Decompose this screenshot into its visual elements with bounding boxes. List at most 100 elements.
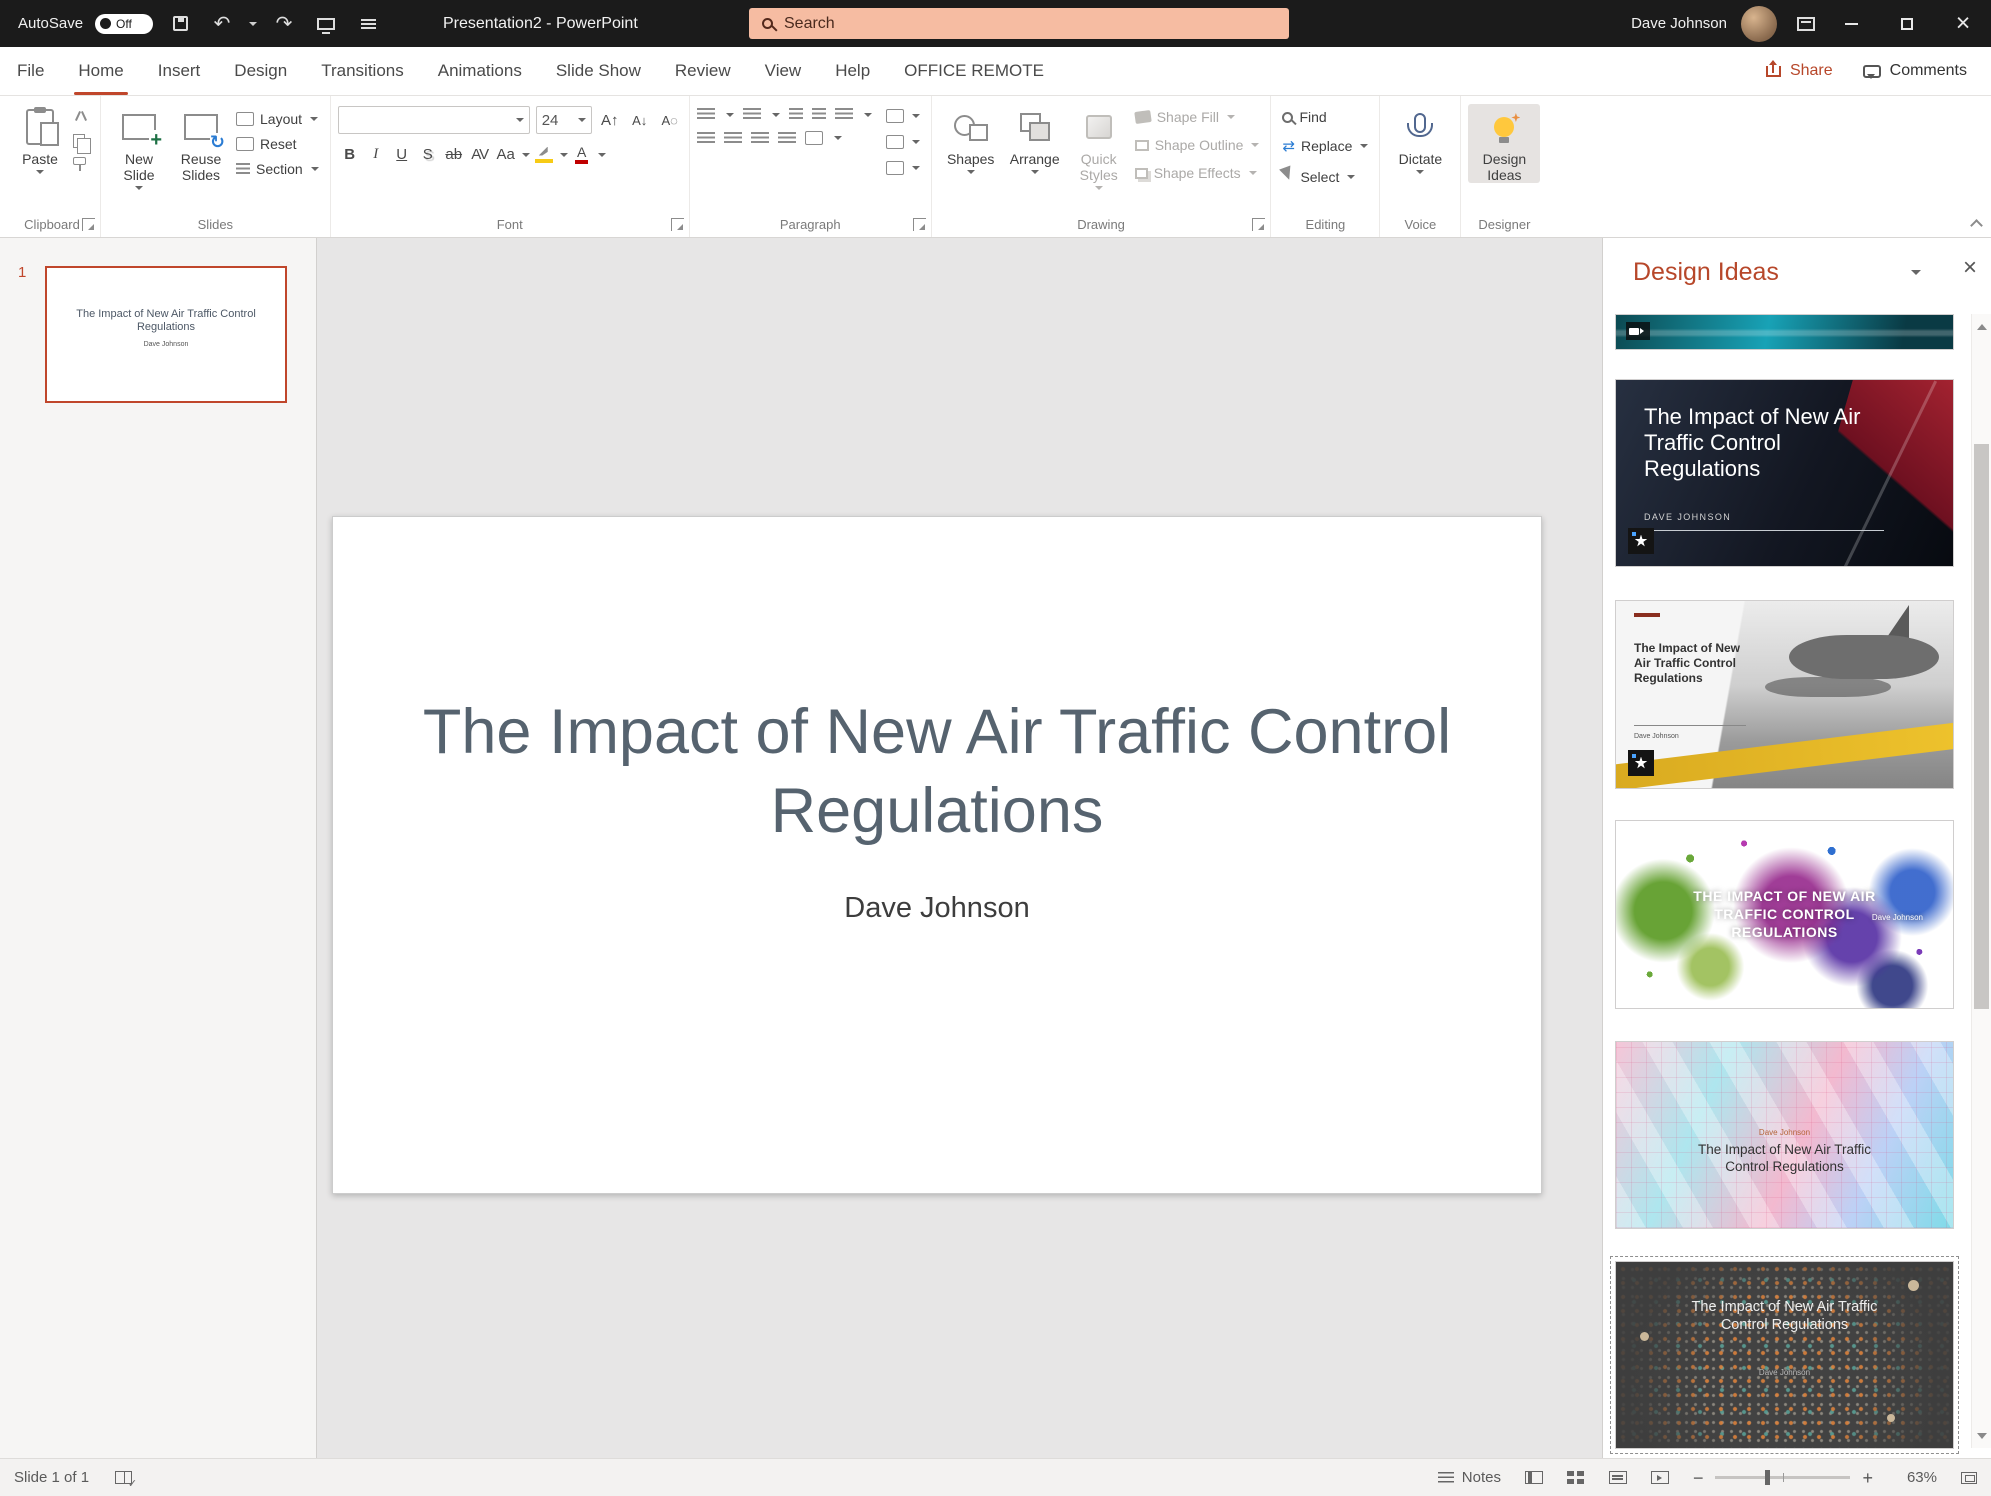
pane-chevron-down-icon[interactable] bbox=[1911, 270, 1921, 280]
shapes-button[interactable]: Shapes bbox=[939, 104, 1003, 178]
reuse-slides-button[interactable]: Reuse Slides bbox=[170, 104, 232, 183]
cut-button[interactable] bbox=[69, 108, 93, 128]
tab-design[interactable]: Design bbox=[217, 47, 304, 95]
fit-slide-to-window-button[interactable] bbox=[1961, 1471, 1977, 1484]
font-color-chevron-icon[interactable] bbox=[597, 152, 606, 161]
change-case-button[interactable] bbox=[494, 142, 518, 167]
layout-button[interactable]: Layout bbox=[232, 108, 323, 130]
format-painter-button[interactable] bbox=[69, 154, 93, 171]
design-ideas-button[interactable]: Design Ideas bbox=[1468, 104, 1541, 183]
replace-button[interactable]: Replace bbox=[1278, 135, 1372, 157]
slide-thumbnail[interactable]: The Impact of New Air Traffic Control Re… bbox=[45, 266, 287, 403]
line-spacing-chevron-icon[interactable] bbox=[863, 112, 872, 121]
slide-subtitle-textbox[interactable]: Dave Johnson bbox=[333, 892, 1541, 925]
increase-indent-icon[interactable] bbox=[811, 108, 826, 121]
design-thumbnail-dark-airplane[interactable]: The Impact of New Air Traffic Control Re… bbox=[1615, 379, 1954, 567]
font-color-button[interactable] bbox=[570, 142, 594, 167]
slide-sorter-view-button[interactable] bbox=[1566, 1471, 1585, 1484]
text-shadow-button[interactable] bbox=[416, 142, 440, 167]
comments-button[interactable]: Comments bbox=[1862, 62, 1967, 80]
columns-chevron-icon[interactable] bbox=[833, 136, 842, 144]
avatar[interactable] bbox=[1741, 5, 1777, 42]
zoom-in-button[interactable]: + bbox=[1862, 1469, 1873, 1487]
font-size-combo[interactable] bbox=[535, 106, 592, 134]
tab-insert[interactable]: Insert bbox=[141, 47, 218, 95]
zoom-level[interactable]: 63% bbox=[1897, 1469, 1937, 1486]
highlight-chevron-icon[interactable] bbox=[559, 152, 568, 161]
underline-button[interactable] bbox=[390, 142, 414, 167]
clear-formatting-button[interactable] bbox=[658, 108, 682, 133]
reading-view-button[interactable] bbox=[1608, 1471, 1627, 1484]
notes-button[interactable]: Notes bbox=[1437, 1469, 1501, 1486]
font-size-input[interactable] bbox=[541, 111, 576, 129]
tab-animations[interactable]: Animations bbox=[421, 47, 539, 95]
strikethrough-button[interactable] bbox=[442, 142, 466, 167]
undo-button[interactable] bbox=[207, 7, 237, 41]
design-thumbnail-dotted-spiral[interactable]: The Impact of New Air Traffic Control Re… bbox=[1610, 1256, 1959, 1454]
save-button[interactable] bbox=[165, 7, 195, 41]
font-name-input[interactable] bbox=[343, 111, 514, 129]
search-box[interactable] bbox=[749, 8, 1289, 39]
collapse-ribbon-chevron-icon[interactable] bbox=[1970, 219, 1983, 232]
character-spacing-button[interactable] bbox=[468, 142, 492, 167]
tab-view[interactable]: View bbox=[748, 47, 819, 95]
decrease-font-size-button[interactable] bbox=[628, 108, 652, 133]
design-thumbnail-partial[interactable] bbox=[1615, 314, 1954, 350]
minimize-button[interactable] bbox=[1823, 0, 1879, 47]
text-direction-button[interactable] bbox=[882, 106, 924, 126]
tab-home[interactable]: Home bbox=[61, 47, 140, 95]
bullets-icon[interactable] bbox=[696, 108, 715, 121]
justify-icon[interactable] bbox=[777, 131, 796, 145]
align-center-icon[interactable] bbox=[723, 131, 742, 145]
reset-button[interactable]: Reset bbox=[232, 133, 323, 155]
start-presentation-button[interactable] bbox=[311, 7, 341, 41]
tab-help[interactable]: Help bbox=[818, 47, 887, 95]
quick-styles-button[interactable]: Quick Styles bbox=[1067, 104, 1131, 194]
columns-icon[interactable] bbox=[804, 131, 823, 145]
close-button[interactable] bbox=[1935, 0, 1991, 47]
design-thumbnail-paint-splatter[interactable]: THE IMPACT OF NEW AIR TRAFFIC CONTROL RE… bbox=[1615, 820, 1954, 1009]
find-button[interactable]: Find bbox=[1278, 106, 1372, 128]
bullets-chevron-icon[interactable] bbox=[725, 112, 734, 121]
section-button[interactable]: Section bbox=[232, 158, 323, 180]
scroll-up-arrow-icon[interactable] bbox=[1972, 314, 1991, 338]
numbering-icon[interactable] bbox=[742, 108, 761, 121]
font-name-combo[interactable] bbox=[337, 106, 530, 134]
design-thumbnail-runway-airplane[interactable]: The Impact of New Air Traffic Control Re… bbox=[1615, 600, 1954, 789]
redo-button[interactable] bbox=[269, 7, 299, 41]
copy-button[interactable] bbox=[69, 131, 93, 154]
search-input[interactable] bbox=[784, 14, 1276, 33]
undo-dropdown-chevron-icon[interactable] bbox=[249, 21, 258, 30]
numbering-chevron-icon[interactable] bbox=[771, 112, 780, 121]
change-case-chevron-icon[interactable] bbox=[521, 152, 530, 161]
zoom-out-button[interactable]: − bbox=[1693, 1469, 1704, 1487]
autosave-toggle[interactable]: Off bbox=[95, 13, 154, 34]
slide-canvas[interactable]: The Impact of New Air Traffic Control Re… bbox=[332, 516, 1542, 1194]
align-left-icon[interactable] bbox=[696, 131, 715, 145]
tab-slide-show[interactable]: Slide Show bbox=[539, 47, 658, 95]
maximize-button[interactable] bbox=[1879, 0, 1935, 47]
align-right-icon[interactable] bbox=[750, 131, 769, 145]
convert-to-smartart-button[interactable] bbox=[882, 158, 924, 178]
new-slide-button[interactable]: New Slide bbox=[108, 104, 170, 194]
tab-transitions[interactable]: Transitions bbox=[304, 47, 421, 95]
line-spacing-icon[interactable] bbox=[834, 108, 853, 121]
zoom-slider-thumb[interactable] bbox=[1765, 1470, 1771, 1485]
spell-check-icon[interactable] bbox=[115, 1471, 137, 1490]
scrollbar-thumb[interactable] bbox=[1974, 444, 1989, 1009]
tab-office-remote[interactable]: OFFICE REMOTE bbox=[887, 47, 1061, 95]
tab-file[interactable]: File bbox=[0, 47, 61, 95]
shape-fill-button[interactable]: Shape Fill bbox=[1131, 106, 1264, 128]
decrease-indent-icon[interactable] bbox=[788, 108, 803, 121]
pane-scrollbar[interactable] bbox=[1971, 314, 1991, 1448]
design-thumbnail-pastel-grid[interactable]: Dave Johnson The Impact of New Air Traff… bbox=[1615, 1041, 1954, 1229]
dictate-button[interactable]: Dictate bbox=[1387, 104, 1453, 178]
arrange-button[interactable]: Arrange bbox=[1003, 104, 1067, 178]
shape-outline-button[interactable]: Shape Outline bbox=[1131, 134, 1264, 156]
tab-review[interactable]: Review bbox=[658, 47, 748, 95]
slide-title-textbox[interactable]: The Impact of New Air Traffic Control Re… bbox=[402, 693, 1472, 852]
pane-close-icon[interactable]: × bbox=[1963, 256, 1977, 280]
shape-effects-button[interactable]: Shape Effects bbox=[1131, 162, 1264, 184]
zoom-slider[interactable] bbox=[1715, 1470, 1851, 1485]
slide-show-button[interactable] bbox=[1650, 1471, 1669, 1484]
